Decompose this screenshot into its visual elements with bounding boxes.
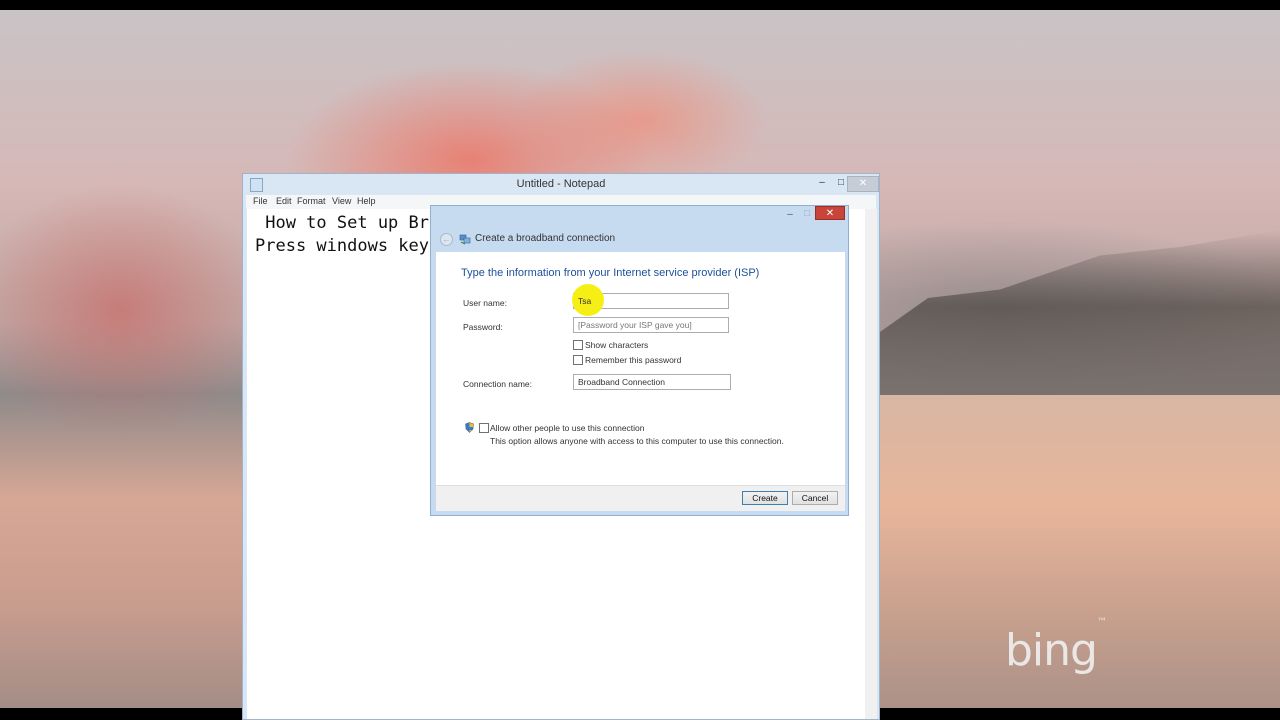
dialog-heading: Type the information from your Internet … (461, 267, 760, 279)
bing-logo-mark: ™ (1096, 617, 1107, 629)
wallpaper-hills (880, 230, 1280, 400)
cancel-button[interactable]: Cancel (792, 491, 838, 505)
allow-others-description: This option allows anyone with access to… (490, 436, 784, 446)
menu-file[interactable]: File (253, 196, 268, 206)
dialog-body: Type the information from your Internet … (436, 252, 845, 485)
username-label: User name: (463, 298, 507, 308)
notepad-line-1: How to Set up Br (255, 213, 429, 233)
menu-format[interactable]: Format (297, 196, 326, 206)
username-input[interactable]: Tsa (572, 284, 729, 316)
dialog-maximize-button: □ (803, 208, 811, 219)
connection-name-input[interactable]: Broadband Connection (573, 374, 731, 390)
dialog-minimize-button[interactable]: – (783, 209, 797, 221)
menu-edit[interactable]: Edit (276, 196, 292, 206)
notepad-maximize-button[interactable]: □ (834, 176, 848, 190)
remember-password-checkbox[interactable] (573, 355, 583, 365)
uac-shield-icon (465, 422, 474, 433)
dialog-close-button[interactable]: ✕ (815, 206, 845, 220)
broadband-dialog[interactable]: – □ ✕ ← Create a broadband connection Ty… (430, 205, 849, 516)
notepad-minimize-button[interactable]: – (815, 176, 829, 190)
password-input[interactable]: [Password your ISP gave you] (573, 317, 729, 333)
menu-view[interactable]: View (332, 196, 351, 206)
back-arrow-icon[interactable]: ← (440, 233, 453, 246)
bing-logo-text: bing (1005, 625, 1098, 676)
remember-password-label[interactable]: Remember this password (585, 355, 681, 365)
notepad-title: Untitled - Notepad (516, 178, 606, 190)
show-characters-checkbox[interactable] (573, 340, 583, 350)
allow-others-label[interactable]: Allow other people to use this connectio… (490, 423, 645, 433)
notepad-line-2: Press windows key (255, 236, 429, 256)
username-value: Tsa (578, 296, 592, 306)
create-button[interactable]: Create (742, 491, 788, 505)
allow-others-checkbox[interactable] (479, 423, 489, 433)
dialog-title: Create a broadband connection (475, 233, 616, 244)
notepad-scrollbar[interactable] (865, 209, 877, 719)
notepad-close-button[interactable]: ✕ (847, 176, 879, 192)
menu-help[interactable]: Help (357, 196, 376, 206)
bing-logo: bing™ (1005, 617, 1107, 676)
show-characters-label[interactable]: Show characters (585, 340, 648, 350)
dialog-footer: Create Cancel (436, 485, 845, 511)
connection-name-label: Connection name: (463, 379, 532, 389)
password-label: Password: (463, 322, 503, 332)
notepad-titlebar[interactable]: Untitled - Notepad – □ ✕ (243, 174, 879, 194)
network-connection-icon (459, 234, 471, 245)
